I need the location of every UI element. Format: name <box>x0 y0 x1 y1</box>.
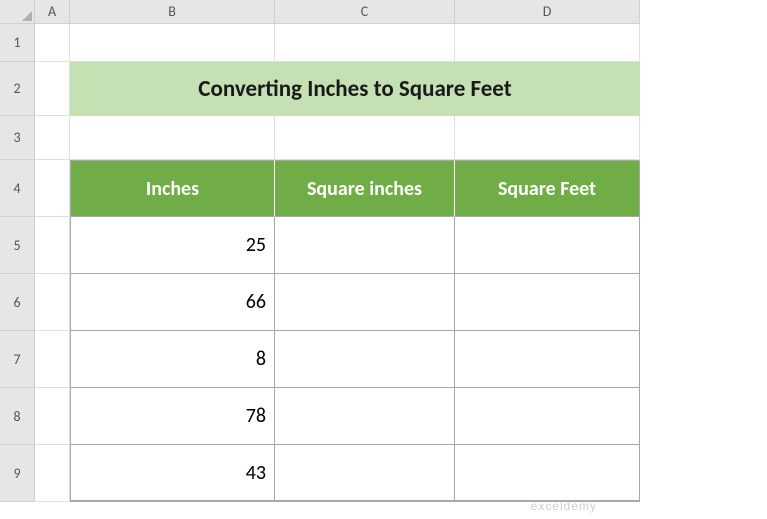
cell-sqin-0[interactable] <box>275 217 455 274</box>
cell-sqft-2[interactable] <box>455 331 640 388</box>
cell-d1[interactable] <box>455 24 640 62</box>
row-header-3[interactable]: 3 <box>0 116 35 160</box>
cell-c1[interactable] <box>275 24 455 62</box>
row-header-7[interactable]: 7 <box>0 331 35 388</box>
cell-a8[interactable] <box>35 388 70 445</box>
cell-a9[interactable] <box>35 445 70 502</box>
cell-inches-2[interactable]: 8 <box>70 331 275 388</box>
table-header-inches[interactable]: Inches <box>70 160 275 217</box>
cell-inches-0[interactable]: 25 <box>70 217 275 274</box>
cell-inches-1[interactable]: 66 <box>70 274 275 331</box>
cell-sqft-4[interactable] <box>455 445 640 502</box>
table-header-sqin[interactable]: Square inches <box>275 160 455 217</box>
cell-a7[interactable] <box>35 331 70 388</box>
row-header-1[interactable]: 1 <box>0 24 35 62</box>
col-header-a[interactable]: A <box>35 0 70 24</box>
cell-a6[interactable] <box>35 274 70 331</box>
cell-a2[interactable] <box>35 62 70 116</box>
cell-sqin-2[interactable] <box>275 331 455 388</box>
cell-sqft-3[interactable] <box>455 388 640 445</box>
cell-c3[interactable] <box>275 116 455 160</box>
cell-a5[interactable] <box>35 217 70 274</box>
cell-a3[interactable] <box>35 116 70 160</box>
cell-inches-4[interactable]: 43 <box>70 445 275 502</box>
cell-inches-3[interactable]: 78 <box>70 388 275 445</box>
col-header-d[interactable]: D <box>455 0 640 24</box>
cell-d3[interactable] <box>455 116 640 160</box>
title-banner[interactable]: Converting Inches to Square Feet <box>70 62 640 116</box>
cell-sqin-3[interactable] <box>275 388 455 445</box>
col-header-b[interactable]: B <box>70 0 275 24</box>
row-header-8[interactable]: 8 <box>0 388 35 445</box>
cell-a1[interactable] <box>35 24 70 62</box>
cell-sqft-1[interactable] <box>455 274 640 331</box>
row-header-2[interactable]: 2 <box>0 62 35 116</box>
table-header-sqft[interactable]: Square Feet <box>455 160 640 217</box>
cell-b3[interactable] <box>70 116 275 160</box>
select-all-corner[interactable] <box>0 0 35 24</box>
cell-sqft-0[interactable] <box>455 217 640 274</box>
col-header-c[interactable]: C <box>275 0 455 24</box>
spreadsheet-grid: A B C D 1 2 Converting Inches to Square … <box>0 0 767 502</box>
row-header-4[interactable]: 4 <box>0 160 35 217</box>
cell-b1[interactable] <box>70 24 275 62</box>
row-header-9[interactable]: 9 <box>0 445 35 502</box>
row-header-6[interactable]: 6 <box>0 274 35 331</box>
cell-a4[interactable] <box>35 160 70 217</box>
cell-sqin-4[interactable] <box>275 445 455 502</box>
cell-sqin-1[interactable] <box>275 274 455 331</box>
row-header-5[interactable]: 5 <box>0 217 35 274</box>
